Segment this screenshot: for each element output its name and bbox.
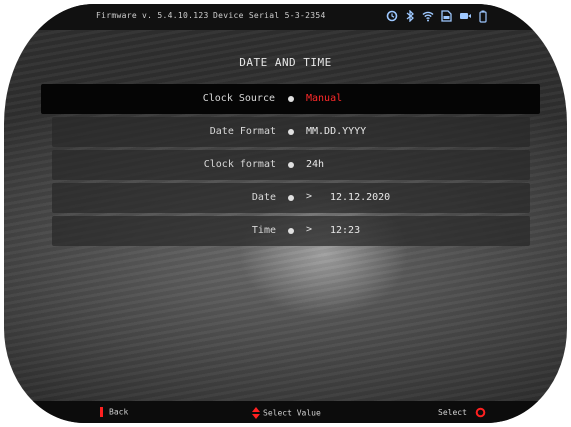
row-value: 12.12.2020: [330, 192, 391, 203]
row-value: 12:23: [330, 225, 361, 236]
row-label: Time: [251, 225, 276, 236]
chevron-right-icon: >: [306, 224, 313, 235]
select-hint[interactable]: Select: [438, 407, 486, 418]
wifi-icon: [422, 10, 434, 23]
select-value-hint[interactable]: Select Value: [252, 407, 321, 419]
back-button-icon: [100, 407, 103, 417]
up-down-icon: [252, 407, 260, 419]
screen: Firmware v. 5.4.10.123 Device Serial 5-3…: [4, 4, 567, 423]
row-value: Manual: [306, 93, 343, 104]
bullet-icon: [288, 195, 294, 201]
footer-bar: Back Select Value Select: [4, 401, 567, 423]
select-value-label: Select Value: [263, 408, 321, 418]
row-date-format[interactable]: Date Format MM.DD.YYYY: [52, 117, 530, 147]
circle-button-icon: [475, 407, 486, 418]
page-title: DATE AND TIME: [239, 56, 332, 69]
row-time[interactable]: Time > 12:23: [52, 216, 530, 246]
serial-label: Device Serial 5-3-2354: [213, 11, 326, 20]
select-label: Select: [438, 408, 467, 417]
battery-icon: [479, 10, 487, 23]
bullet-icon: [288, 162, 294, 168]
back-label: Back: [109, 407, 129, 417]
back-hint[interactable]: Back: [100, 407, 128, 417]
status-bar: Firmware v. 5.4.10.123 Device Serial 5-3…: [4, 4, 567, 30]
row-value: MM.DD.YYYY: [306, 126, 367, 137]
row-value: 24h: [306, 159, 325, 170]
bullet-icon: [288, 129, 294, 135]
bluetooth-icon: [405, 10, 415, 23]
row-label: Date: [251, 192, 276, 203]
row-label: Date Format: [209, 126, 276, 137]
row-clock-source[interactable]: Clock Source Manual: [41, 84, 540, 114]
bullet-icon: [288, 96, 294, 102]
row-label: Clock Source: [202, 93, 275, 104]
timer-icon: [386, 10, 398, 23]
row-label: Clock format: [203, 159, 276, 170]
row-date[interactable]: Date > 12.12.2020: [52, 183, 530, 213]
chevron-right-icon: >: [306, 191, 313, 202]
row-clock-format[interactable]: Clock format 24h: [52, 150, 530, 180]
video-icon: [459, 10, 472, 23]
firmware-label: Firmware v. 5.4.10.123: [96, 11, 209, 20]
sd-card-icon: [441, 10, 452, 23]
bullet-icon: [288, 228, 294, 234]
